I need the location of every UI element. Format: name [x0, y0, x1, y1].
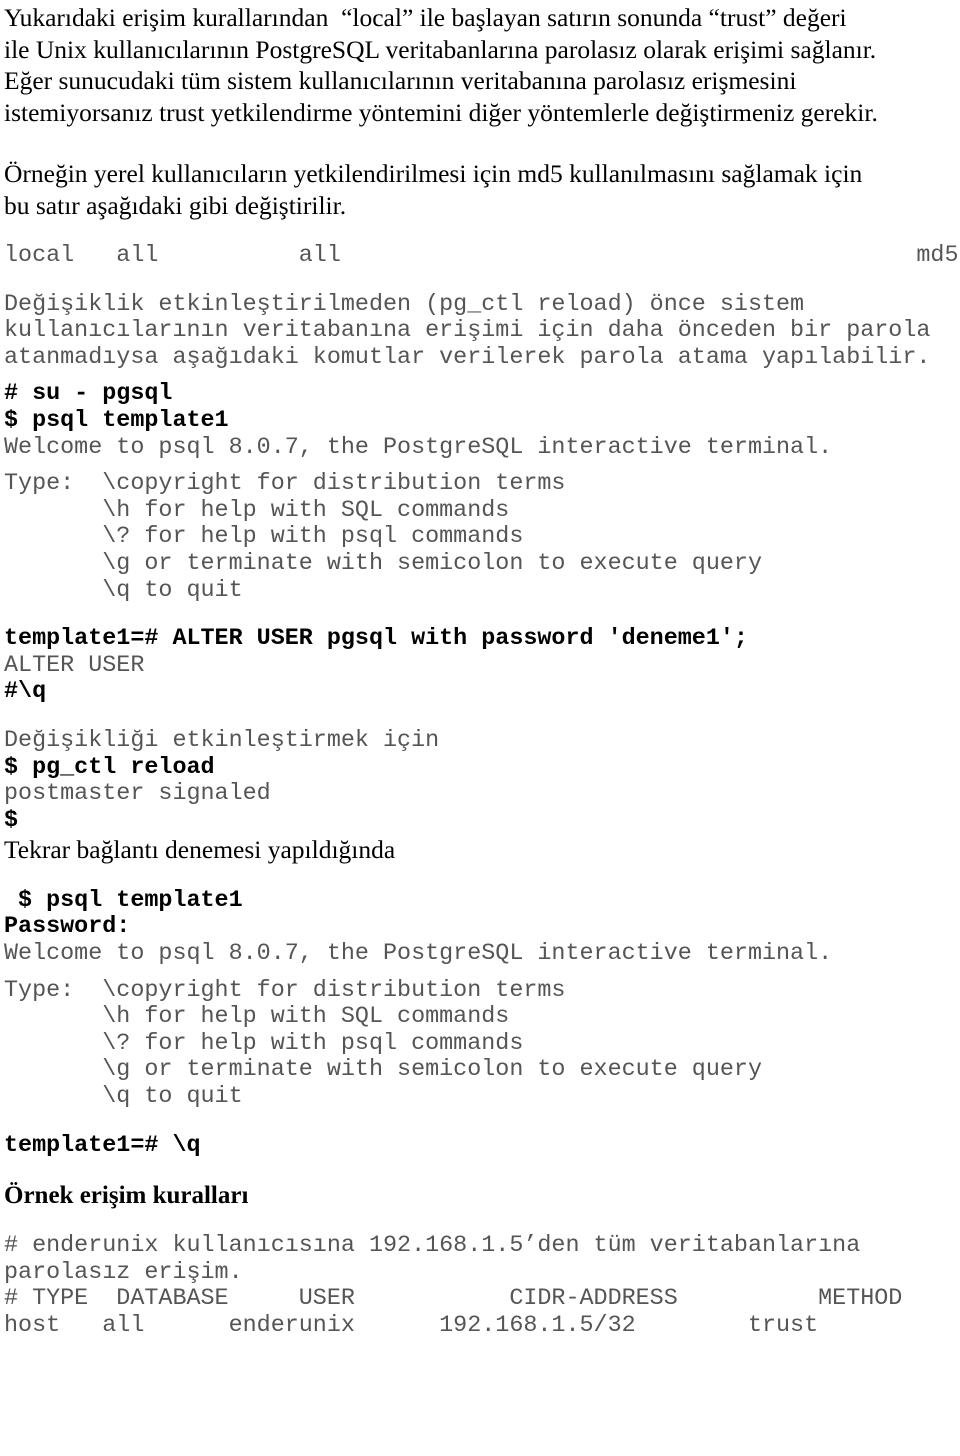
- output-postmaster-signaled: postmaster signaled: [4, 781, 271, 808]
- note-enable-change: Değişikliği etkinleştirmek için: [4, 727, 440, 754]
- command-psql-template1-second: $ psql template1: [4, 887, 243, 914]
- command-alter-user: template1=# ALTER USER pgsql with passwo…: [4, 626, 748, 653]
- command-su-pgsql: # su - pgsql: [4, 381, 173, 408]
- output-psql-welcome-second: Welcome to psql 8.0.7, the PostgreSQL in…: [4, 940, 833, 967]
- pg-hba-table-header: # TYPE DATABASE USER CIDR-ADDRESS METHOD: [4, 1286, 903, 1313]
- comment-enderunix-access: # enderunix kullanıcısına 192.168.1.5’de…: [4, 1233, 861, 1286]
- command-psql-template1: $ psql template1: [4, 407, 229, 434]
- prompt-password: Password:: [4, 914, 131, 941]
- command-quit-template1: template1=# \q: [4, 1132, 201, 1159]
- paragraph-md5-example: Örneğin yerel kullanıcıların yetkilendir…: [4, 159, 863, 220]
- output-psql-help-second: Type: \copyright for distribution terms …: [4, 977, 762, 1110]
- pg-hba-md5-line: local all all md5: [4, 243, 959, 269]
- document-page: Yukarıdaki erişim kurallarından “local” …: [0, 0, 960, 1456]
- output-alter-user: ALTER USER: [4, 652, 145, 679]
- heading-example-access-rules: Örnek erişim kuralları: [4, 1182, 249, 1210]
- paragraph-retry-connection: Tekrar bağlantı denemesi yapıldığında: [4, 835, 396, 865]
- output-psql-help: Type: \copyright for distribution terms …: [4, 471, 762, 604]
- paragraph-trust-explanation: Yukarıdaki erişim kurallarından “local” …: [4, 3, 878, 127]
- output-psql-welcome: Welcome to psql 8.0.7, the PostgreSQL in…: [4, 434, 833, 461]
- command-pg-ctl-reload: $ pg_ctl reload: [4, 754, 215, 781]
- paragraph-reload-note: Değişiklik etkinleştirilmeden (pg_ctl re…: [4, 291, 931, 371]
- pg-hba-table-row: host all enderunix 192.168.1.5/32 trust: [4, 1312, 819, 1339]
- command-quit-psql: #\q: [4, 679, 47, 706]
- shell-prompt: $: [4, 807, 19, 834]
